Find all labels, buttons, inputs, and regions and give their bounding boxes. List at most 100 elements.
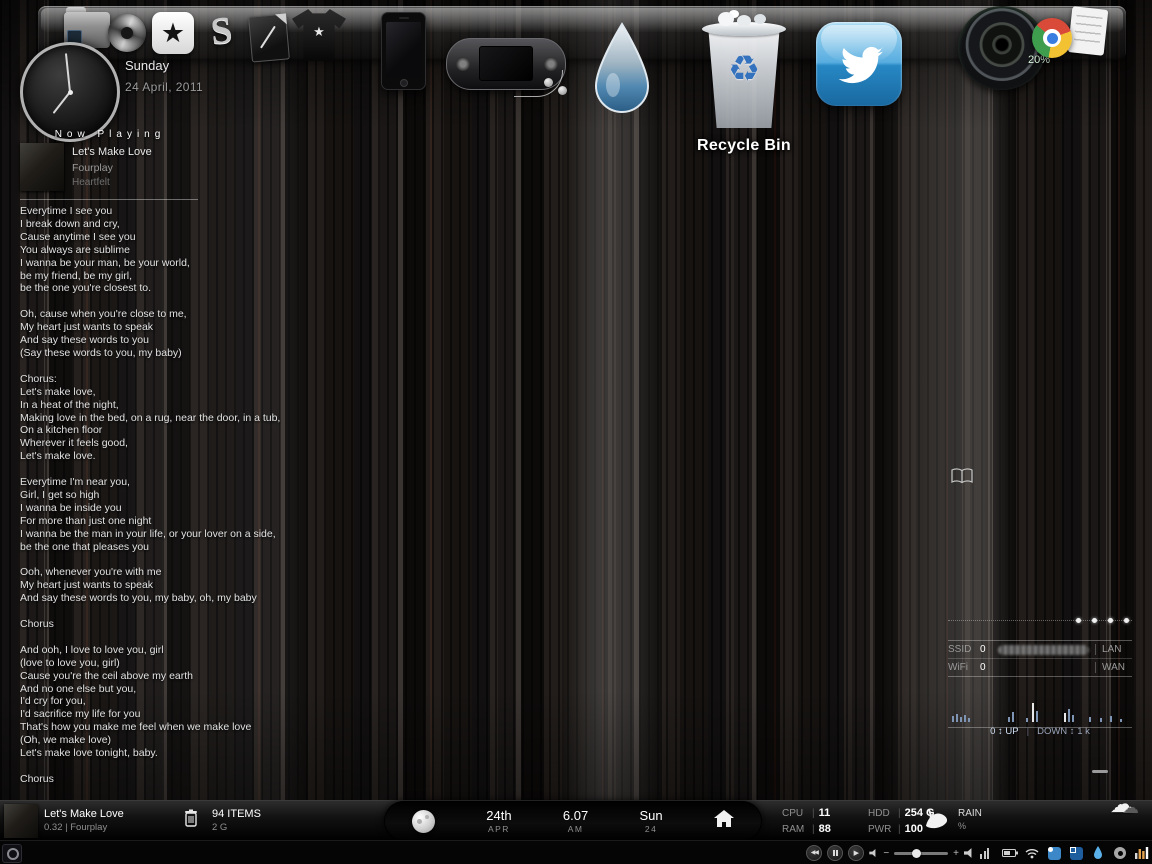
minute-hand — [64, 53, 71, 93]
volume-down-button[interactable]: − — [883, 848, 889, 859]
slider-dot[interactable] — [1092, 618, 1097, 623]
cloud-front-glyph: ☁ — [1122, 798, 1139, 817]
lan-label: LAN — [1095, 644, 1132, 655]
tray-equalizer-icon[interactable] — [1134, 845, 1150, 861]
track-album: Heartfelt — [72, 177, 110, 188]
pause-button[interactable] — [827, 845, 844, 861]
earbud-icon — [544, 78, 553, 87]
chrome-icon[interactable] — [1032, 6, 1112, 64]
pill-time: 6.07 AM — [563, 808, 588, 834]
volume-knob[interactable] — [912, 848, 922, 858]
minimized-window-dash[interactable] — [1092, 770, 1108, 773]
levels-icon[interactable] — [980, 847, 989, 859]
wifi-spacer — [998, 663, 1089, 673]
pill-meridiem: AM — [567, 824, 584, 834]
psp-icon[interactable] — [446, 38, 578, 102]
bar-track-detail: 0.32 | Fourplay — [44, 822, 108, 833]
chrome-ball — [1032, 18, 1072, 58]
play-button[interactable]: ▶ — [848, 845, 865, 861]
date-widget: Sunday 24 April, 2011 — [125, 58, 203, 94]
track-thumbnail[interactable] — [4, 804, 38, 838]
recycle-size: 2 G — [212, 822, 228, 833]
traffic-separator: | — [1026, 726, 1030, 737]
moon-icon — [412, 809, 435, 833]
psp-dpad — [456, 57, 470, 71]
network-row-ssid: SSID 0 LAN — [948, 641, 1132, 658]
pill-date-month: APR — [487, 824, 510, 834]
network-row-wifi: WiFi 0 WAN — [948, 658, 1132, 676]
recycle-bin-label: Recycle Bin — [696, 137, 791, 154]
slider-dot[interactable] — [1076, 618, 1081, 623]
speaker-high-icon[interactable] — [964, 848, 972, 858]
water-drop-icon[interactable] — [590, 22, 654, 118]
media-swirl-icon[interactable] — [108, 14, 146, 52]
tray-wireless-icon[interactable] — [1024, 845, 1040, 861]
rain-label: RAIN — [958, 808, 982, 819]
blue-app-tile — [1047, 846, 1061, 860]
navy-app-tile — [1069, 846, 1083, 860]
now-playing-header: Now Playing — [54, 129, 166, 140]
winamp-icon[interactable]: S — [200, 8, 244, 54]
trash-icon[interactable] — [184, 809, 198, 832]
volume-up-button[interactable]: + — [953, 848, 959, 859]
twitter-icon[interactable] — [816, 22, 902, 106]
network-graph — [948, 698, 1132, 728]
album-art[interactable] — [20, 143, 64, 191]
earphone-wire — [514, 70, 563, 97]
launcher-icon[interactable] — [2, 844, 22, 863]
upload-label: 0 ↕ UP — [990, 726, 1019, 737]
slider-dot[interactable] — [1108, 618, 1113, 623]
star-app-icon[interactable]: ★ — [152, 12, 194, 54]
tray-app-blue-icon[interactable] — [1046, 845, 1062, 861]
phone-home-button — [399, 79, 408, 87]
lyrics-text: Everytime I see you I break down and cry… — [20, 205, 281, 785]
ssid-value: 0 — [980, 644, 986, 655]
weather-cloud-icon[interactable]: ☁ ☁ — [1110, 790, 1150, 818]
tray-gear-icon[interactable] — [1112, 845, 1128, 861]
iphone-icon[interactable] — [381, 12, 426, 90]
tray-droplet-icon[interactable] — [1090, 845, 1106, 861]
launcher-ring — [7, 848, 19, 860]
rewind-button[interactable]: ◀◀ — [806, 845, 823, 861]
tray-app-navy-icon[interactable] — [1068, 845, 1084, 861]
notes-icon[interactable] — [248, 13, 290, 63]
wifi-value: 0 — [980, 662, 986, 673]
book-icon[interactable] — [951, 468, 973, 489]
home-icon[interactable] — [713, 809, 734, 833]
download-label: DOWN ↕ 1 k — [1037, 726, 1090, 737]
volume-slider[interactable] — [894, 848, 949, 858]
pill-date: 24th APR — [486, 808, 511, 834]
taskbar-right: ◀◀ ▶ − + — [806, 841, 1150, 864]
ssid-obscured-name — [998, 644, 1089, 655]
crumpled-paper — [718, 12, 734, 26]
datetime-pill: 24th APR 6.07 AM Sun 24 — [384, 801, 762, 841]
track-artist: Fourplay — [72, 162, 113, 174]
taskbar: ◀◀ ▶ − + — [0, 840, 1152, 864]
pill-weekday: Sun 24 — [640, 808, 663, 834]
recycle-stats: 94 ITEMS 2 G — [212, 808, 261, 833]
phone-screen — [386, 22, 421, 78]
mouse-icon — [920, 807, 950, 836]
bottom-info-bar: Let's Make Love 0.32 | Fourplay 94 ITEMS… — [0, 800, 1152, 841]
bin-rim — [702, 22, 786, 36]
clock-pin — [67, 89, 73, 95]
pause-bars — [832, 850, 838, 856]
date-label: 24 April, 2011 — [125, 80, 204, 94]
recycle-bin-icon[interactable]: ♻ — [700, 12, 788, 128]
recycle-items-count: 94 ITEMS — [212, 808, 261, 820]
dots-slider[interactable] — [948, 616, 1132, 626]
pill-weekday-name: Sun — [639, 808, 663, 823]
network-panel: SSID 0 LAN WiFi 0 WAN — [948, 640, 1132, 677]
tshirt-star-glyph: ★ — [313, 23, 325, 39]
pill-date-day: 24th — [486, 808, 512, 823]
ssid-label: SSID — [948, 644, 972, 655]
speaker-low-icon[interactable] — [869, 849, 876, 857]
winamp-letter: S — [209, 9, 235, 53]
slider-dot[interactable] — [1124, 618, 1129, 623]
hour-hand — [52, 91, 71, 114]
tray-battery-icon[interactable] — [1002, 845, 1018, 861]
star-glyph: ★ — [160, 17, 186, 48]
traffic-labels: 0 ↕ UP | DOWN ↕ 1 k — [948, 726, 1132, 737]
now-playing-divider — [20, 199, 198, 200]
recycle-symbol: ♻ — [727, 47, 761, 89]
